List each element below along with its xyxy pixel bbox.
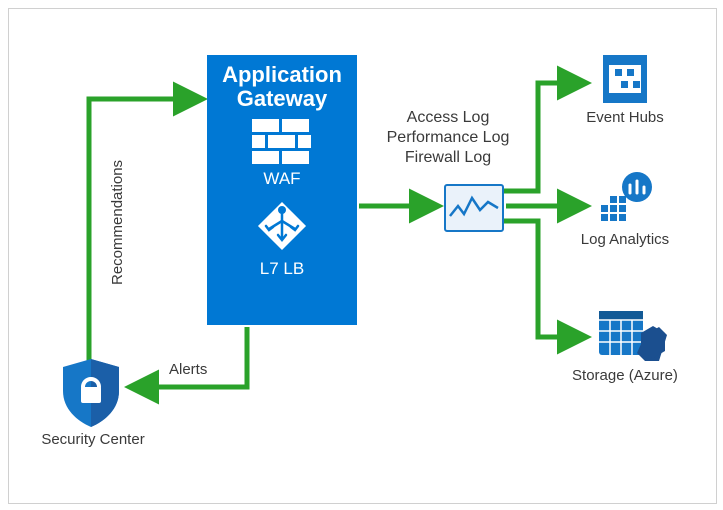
recommendations-label: Recommendations <box>109 160 126 285</box>
log-types: Access Log Performance Log Firewall Log <box>373 108 523 168</box>
alerts-label: Alerts <box>169 361 207 378</box>
log-analytics-label: Log Analytics <box>565 231 685 248</box>
event-hubs-label: Event Hubs <box>565 109 685 126</box>
monitoring-chart-icon <box>444 184 504 232</box>
storage-label: Storage (Azure) <box>565 367 685 384</box>
lb-label: L7 LB <box>207 259 357 279</box>
log-access: Access Log <box>373 108 523 128</box>
log-firewall: Firewall Log <box>373 148 523 168</box>
waf-icon <box>252 119 312 165</box>
waf-label: WAF <box>207 169 357 189</box>
app-gateway-title-line2: Gateway <box>237 86 328 111</box>
load-balancer-icon <box>253 197 311 255</box>
app-gateway-title: Application Gateway <box>207 55 357 111</box>
storage-icon <box>597 309 667 365</box>
log-analytics-icon <box>597 171 657 227</box>
event-hubs-icon <box>597 51 653 107</box>
application-gateway-box: Application Gateway WAF <box>207 55 357 325</box>
diagram-frame: Application Gateway WAF <box>8 8 717 504</box>
security-center-label: Security Center <box>33 431 153 448</box>
security-center-icon <box>59 357 123 429</box>
app-gateway-title-line1: Application <box>222 62 342 87</box>
log-performance: Performance Log <box>373 128 523 148</box>
